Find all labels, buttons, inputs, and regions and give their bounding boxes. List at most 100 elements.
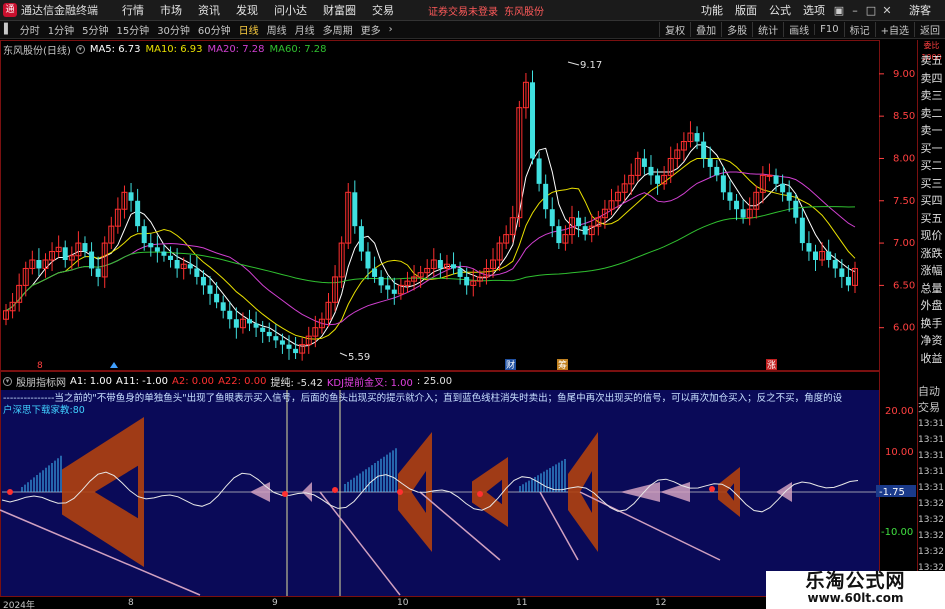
- period-60min[interactable]: 60分钟: [194, 22, 235, 37]
- menu-item-ask[interactable]: 问小达: [266, 2, 315, 18]
- date-label-9: 9: [272, 598, 278, 608]
- candle-body-99: [655, 175, 661, 184]
- period-5min[interactable]: 5分钟: [78, 22, 112, 37]
- period-weekly[interactable]: 周线: [263, 22, 291, 37]
- candle-body-69: [457, 268, 463, 277]
- period-1min[interactable]: 1分钟: [44, 22, 78, 37]
- candle-body-25: [168, 255, 174, 260]
- candle-body-106: [701, 141, 707, 159]
- close-icon[interactable]: ✕: [879, 4, 895, 17]
- menu-item-layout[interactable]: 版面: [729, 2, 763, 18]
- candle-body-126: [832, 260, 838, 269]
- back-button[interactable]: 返回: [914, 22, 945, 37]
- period-intraday[interactable]: 分时: [16, 22, 44, 37]
- menu-item-formula[interactable]: 公式: [763, 2, 797, 18]
- menu-item-news[interactable]: 资讯: [190, 2, 228, 18]
- event-marker-left: 8: [37, 361, 43, 371]
- side-lower-items: 自动 交易 13:31 13:31 13:31 13:31 13:31 13:32 13:32 1…: [918, 384, 945, 592]
- menu-bar: 通 通达信金融终端 行情 市场 资讯 发现 问小达 财富圈 交易 证券交易未登录…: [0, 0, 945, 21]
- date-axis: 2024年 8 9 10 11 12: [0, 596, 880, 609]
- overlay-button[interactable]: 叠加: [690, 22, 721, 37]
- toolbar-toggle-icon[interactable]: ▌: [0, 24, 16, 35]
- price-tick-label-1: 8.50: [893, 111, 915, 122]
- period-more[interactable]: 更多: [357, 22, 385, 37]
- indicator-signal-dot-2: [332, 487, 338, 493]
- menu-item-quotes[interactable]: 行情: [114, 2, 152, 18]
- quote-side-panel-lower: 自动 交易 13:31 13:31 13:31 13:31 13:31 13:32 13:32 1…: [917, 384, 945, 596]
- candle-body-31: [207, 285, 213, 294]
- candle-body-14: [95, 268, 101, 277]
- candle-body-70: [464, 276, 470, 286]
- multi-stock-button[interactable]: 多股: [721, 22, 752, 37]
- candlestick-series: [3, 70, 858, 361]
- guest-login[interactable]: 游客: [909, 2, 931, 18]
- main-chart-legend: 东风股份(日线) ▾ MA5: 6.73 MA10: 6.93 MA20: 7.…: [3, 42, 327, 57]
- candle-body-56: [372, 268, 378, 277]
- candle-body-42: [279, 340, 285, 345]
- indicator-signal-dot-5: [709, 486, 715, 492]
- side-items: 卖五 卖四 卖三 卖二 卖一 买一 买二 买三 买四 买五 现价 涨跌 涨幅 总量 外盘 换手 净资 收益: [918, 52, 945, 367]
- trade-login-notice[interactable]: 证券交易未登录: [428, 3, 498, 18]
- date-label-year: 2024年: [3, 601, 35, 609]
- date-label-11: 11: [516, 598, 528, 608]
- main-chart-frame: [0, 40, 880, 371]
- side-item-5: 买一: [920, 141, 943, 155]
- watermark-title: 乐淘公式网: [805, 570, 906, 592]
- candle-body-32: [214, 293, 220, 303]
- mark-button[interactable]: 标记: [843, 22, 875, 37]
- side-item-10: 现价: [920, 229, 943, 242]
- ind-current-value: -1.75: [879, 487, 905, 498]
- menu-item-options[interactable]: 选项: [797, 2, 831, 18]
- minimize-icon[interactable]: –: [847, 4, 863, 17]
- period-15min[interactable]: 15分钟: [112, 22, 153, 37]
- event-triangle-icon: [110, 362, 118, 368]
- candle-body-53: [352, 192, 358, 227]
- draw-line-button[interactable]: 画线: [783, 22, 814, 37]
- candle-body-41: [273, 336, 279, 341]
- restore-icon[interactable]: □: [863, 4, 879, 17]
- candle-body-117: [773, 175, 779, 184]
- side-lower-item-8: 13:32: [918, 515, 944, 525]
- period-monthly[interactable]: 月线: [291, 22, 319, 37]
- indicator-signal-dot-1: [282, 491, 288, 497]
- menu-item-discover[interactable]: 发现: [228, 2, 266, 18]
- window-list-icon[interactable]: ▣: [831, 4, 847, 17]
- restore-rights-button[interactable]: 复权: [659, 22, 690, 37]
- indicator-toggle-icon[interactable]: ▾: [3, 377, 12, 386]
- candle-body-44: [293, 348, 299, 354]
- period-multi[interactable]: 多周期: [319, 22, 357, 37]
- price-tick-label-2: 8.00: [893, 153, 915, 164]
- candle-body-26: [174, 260, 180, 269]
- chart-canvas[interactable]: 9.00 8.50 8.00 7.50 7.00 6.50 6.00 9.17 5.59 8…: [0, 40, 917, 596]
- candle-body-121: [799, 217, 805, 244]
- candle-body-19: [128, 192, 134, 201]
- add-watchlist-button[interactable]: +自选: [874, 22, 914, 37]
- menu-item-trade[interactable]: 交易: [364, 2, 402, 18]
- statistics-button[interactable]: 统计: [752, 22, 783, 37]
- side-item-14: 外盘: [920, 299, 943, 312]
- menu-item-function[interactable]: 功能: [695, 2, 729, 18]
- high-price-label: 9.17: [580, 60, 602, 71]
- side-lower-item-9: 13:32: [918, 531, 944, 541]
- side-item-17: 收益: [920, 351, 943, 365]
- candle-body-5: [36, 260, 42, 269]
- candle-body-34: [227, 310, 233, 320]
- period-toolbar: ▌ 分时 1分钟 5分钟 15分钟 30分钟 60分钟 日线 周线 月线 多周期…: [0, 21, 945, 39]
- indicator-a22: A22: 0.00: [218, 376, 267, 387]
- date-label-12: 12: [655, 598, 667, 608]
- f10-button[interactable]: F10: [814, 24, 843, 35]
- indicator-a11: A11: -1.00: [116, 376, 169, 387]
- candle-body-88: [582, 226, 588, 235]
- menu-item-market[interactable]: 市场: [152, 2, 190, 18]
- watermark-logo: 乐淘公式网 www.60lt.com: [766, 571, 945, 609]
- period-30min[interactable]: 30分钟: [153, 22, 194, 37]
- legend-toggle-icon[interactable]: ▾: [75, 45, 85, 54]
- menu-item-wealth[interactable]: 财富圈: [315, 2, 364, 18]
- ma10-line: [5, 158, 856, 340]
- chevron-right-icon[interactable]: ›: [385, 24, 397, 35]
- side-lower-item-4: 13:31: [918, 451, 944, 461]
- side-lower-item-5: 13:31: [918, 467, 944, 477]
- period-daily[interactable]: 日线: [235, 22, 263, 37]
- indicator-name[interactable]: 殷朋指标网: [16, 374, 66, 389]
- candle-body-118: [780, 183, 786, 193]
